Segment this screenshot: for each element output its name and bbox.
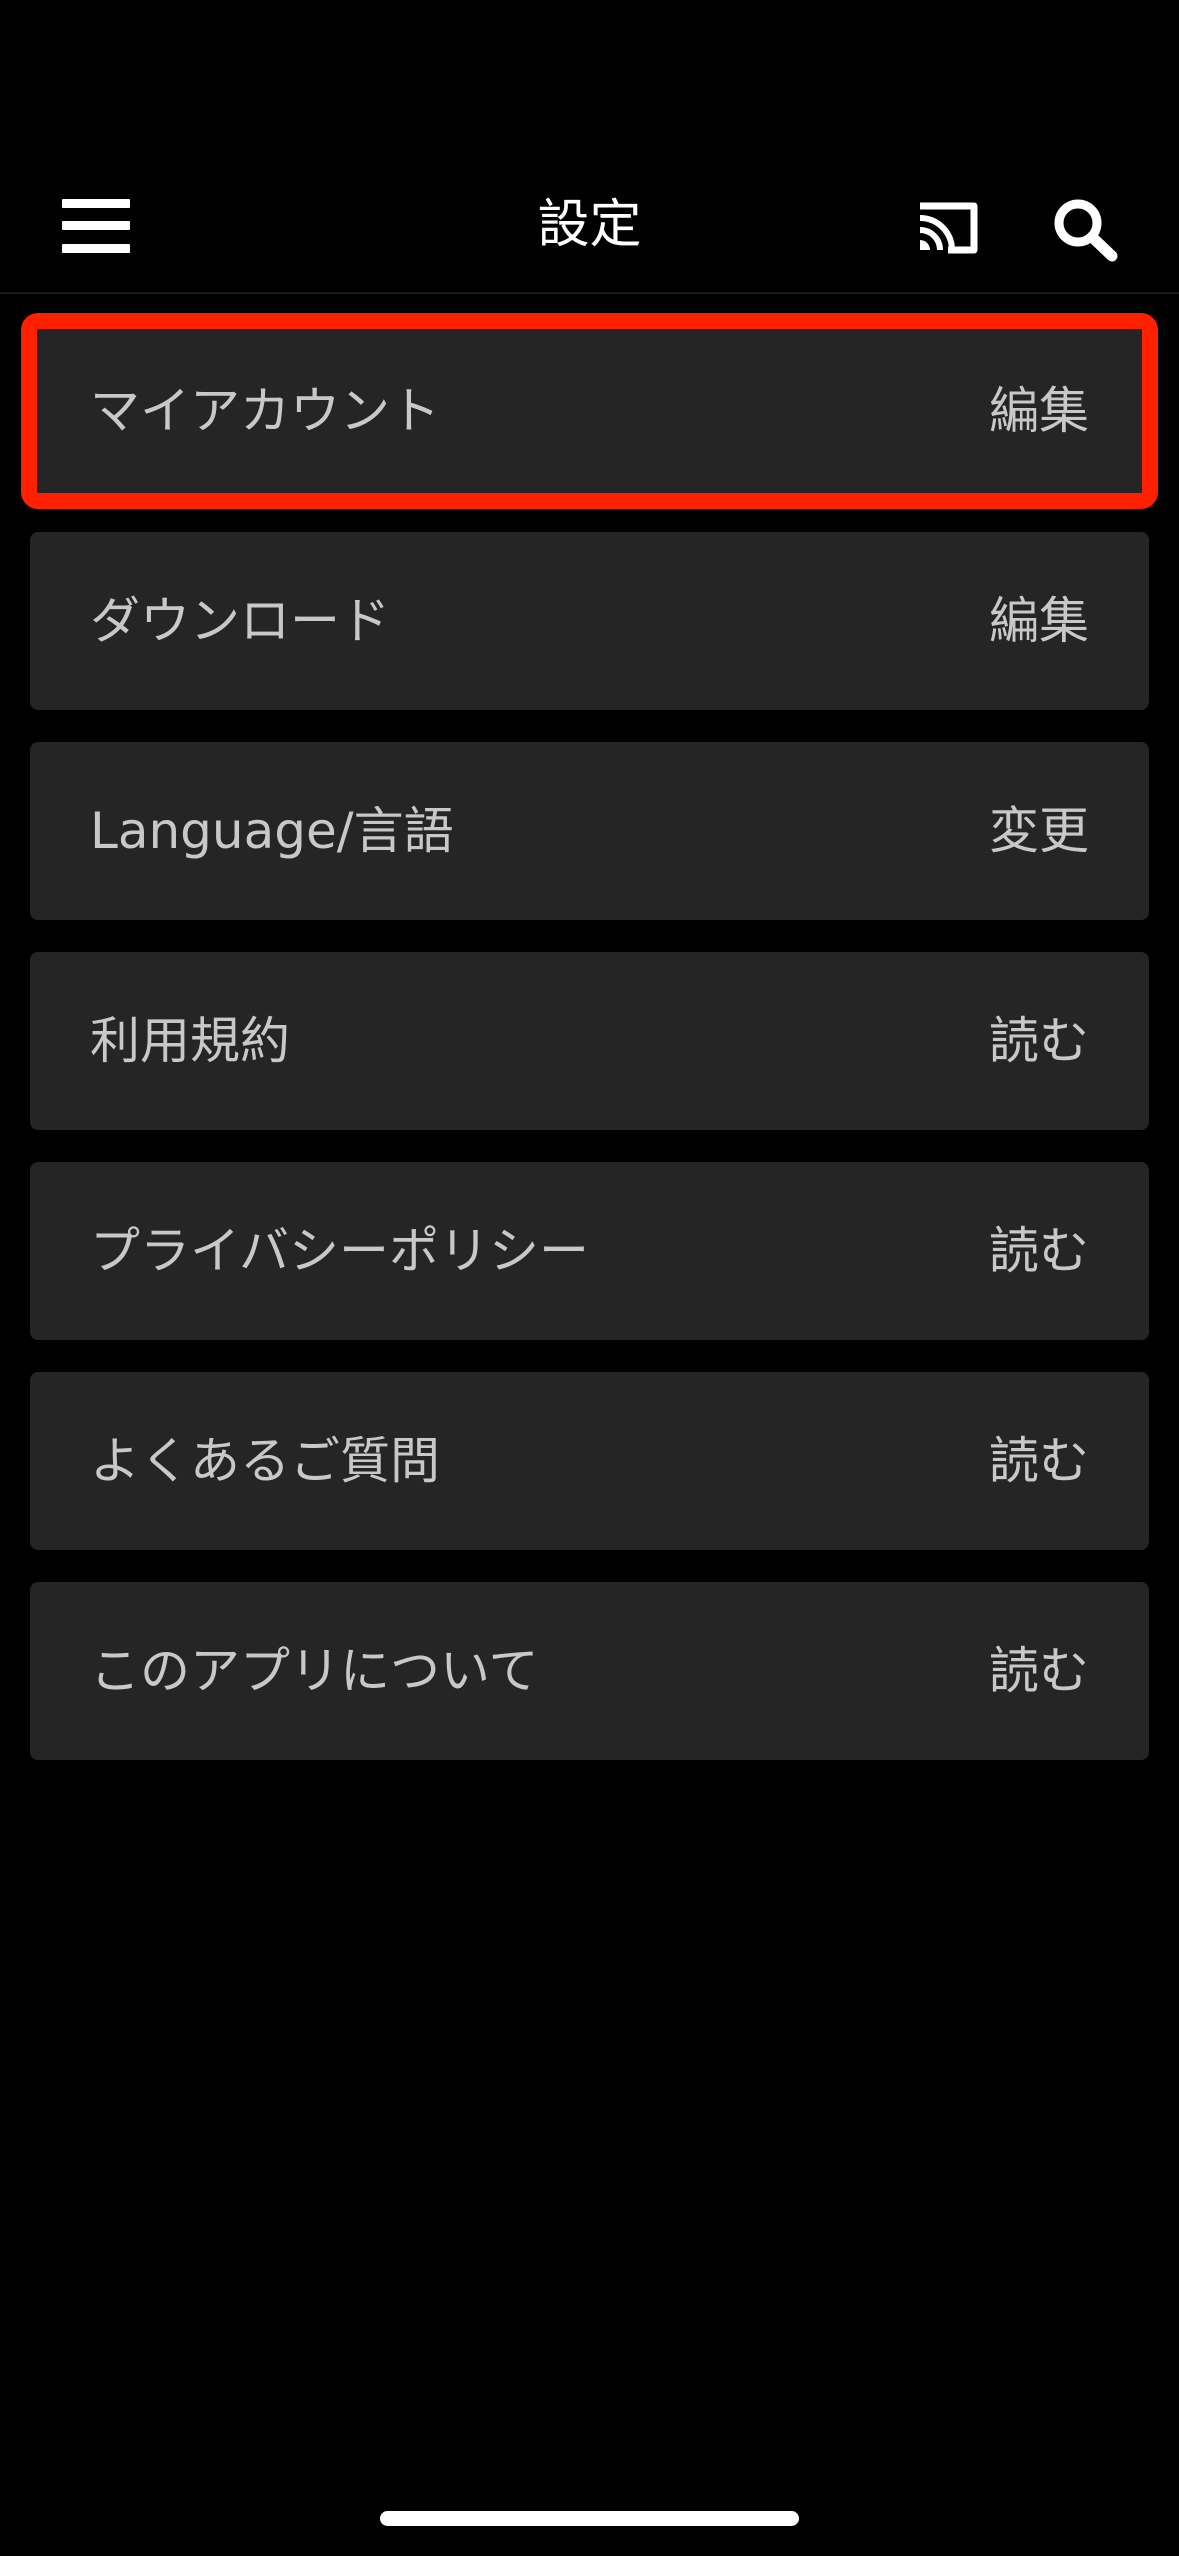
- settings-list: マイアカウント 編集 ダウンロード 編集 Language/言語 変更 利用規約…: [21, 313, 1158, 1792]
- settings-row-label: 利用規約: [90, 1012, 290, 1070]
- settings-row-label: マイアカウント: [90, 382, 440, 440]
- home-indicator[interactable]: [380, 2511, 799, 2526]
- search-icon[interactable]: [1050, 196, 1120, 262]
- settings-row-label: よくあるご質問: [90, 1432, 440, 1490]
- settings-row-action[interactable]: 編集: [989, 322, 1089, 500]
- settings-row-action[interactable]: 読む: [989, 952, 1089, 1130]
- cast-icon[interactable]: [912, 196, 982, 256]
- settings-row-action[interactable]: 編集: [989, 532, 1089, 710]
- settings-row-privacy-policy[interactable]: プライバシーポリシー 読む: [30, 1162, 1149, 1340]
- settings-row-label: このアプリについて: [90, 1642, 539, 1700]
- settings-row-action[interactable]: 変更: [989, 742, 1089, 920]
- settings-row-about-app[interactable]: このアプリについて 読む: [30, 1582, 1149, 1760]
- settings-row-label: プライバシーポリシー: [90, 1222, 589, 1280]
- settings-row-label: Language/言語: [90, 802, 454, 860]
- app-header: 設定: [0, 150, 1179, 294]
- settings-row-language[interactable]: Language/言語 変更: [30, 742, 1149, 920]
- settings-row-action[interactable]: 読む: [989, 1582, 1089, 1760]
- page-title: 設定: [537, 195, 642, 255]
- settings-row-action[interactable]: 読む: [989, 1372, 1089, 1550]
- settings-row-action[interactable]: 読む: [989, 1162, 1089, 1340]
- settings-row-faq[interactable]: よくあるご質問 読む: [30, 1372, 1149, 1550]
- settings-row-my-account[interactable]: マイアカウント 編集: [21, 313, 1158, 509]
- settings-row-label: ダウンロード: [90, 592, 390, 650]
- settings-row-download[interactable]: ダウンロード 編集: [30, 532, 1149, 710]
- settings-row-terms[interactable]: 利用規約 読む: [30, 952, 1149, 1130]
